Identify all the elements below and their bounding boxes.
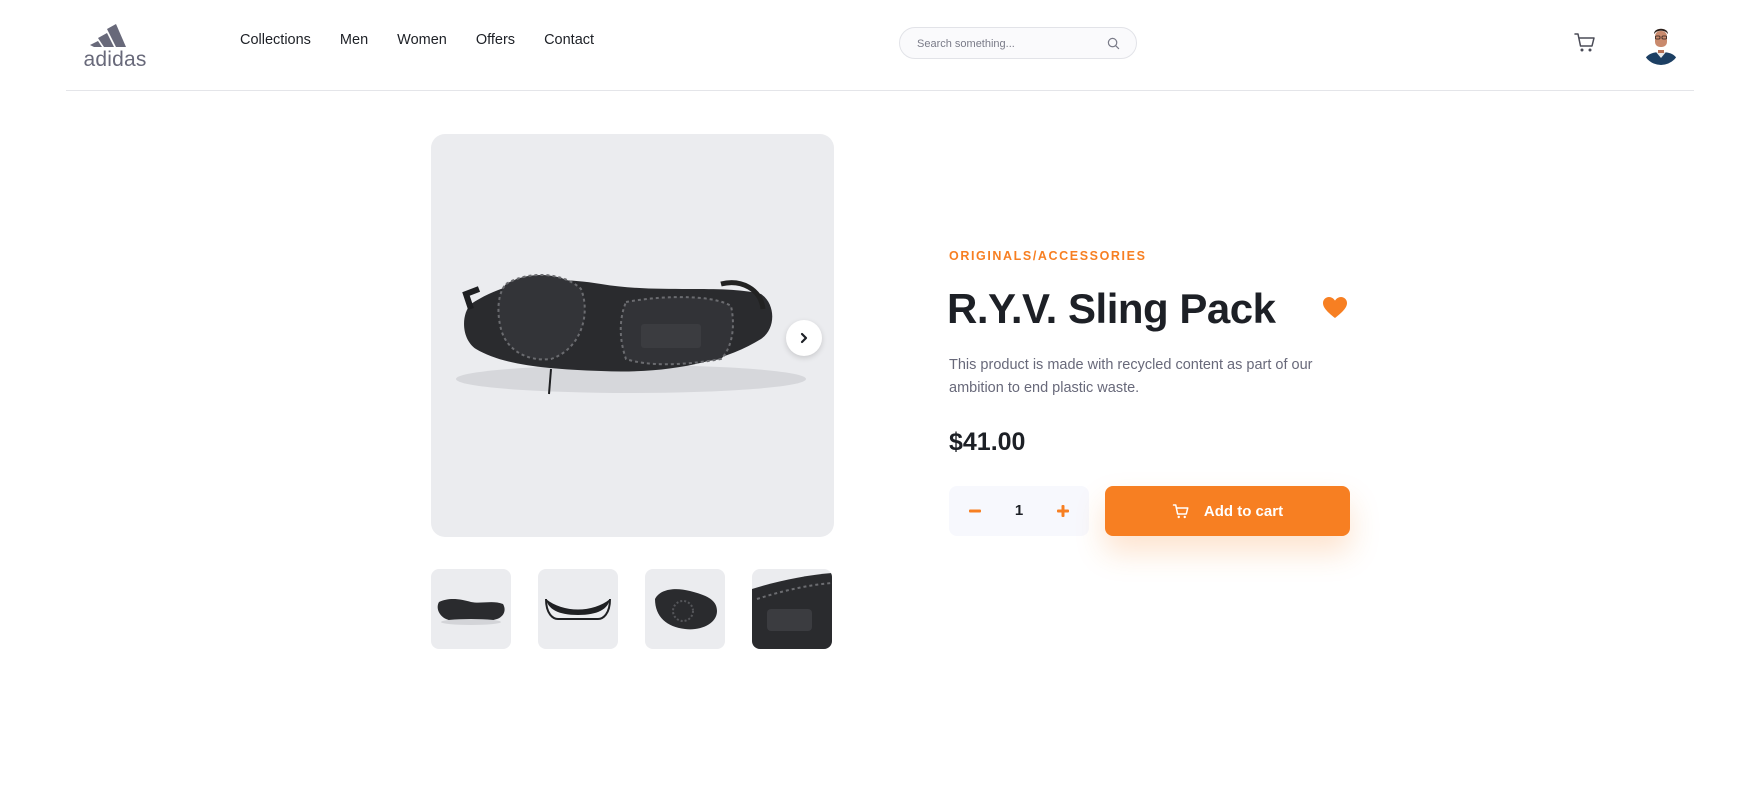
chevron-right-icon <box>800 332 808 344</box>
quantity-increase-button[interactable] <box>1051 499 1075 523</box>
nav-item-women[interactable]: Women <box>397 32 447 48</box>
cart-icon <box>1574 33 1595 52</box>
favorite-button[interactable] <box>1322 296 1348 320</box>
add-to-cart-button[interactable]: Add to cart <box>1105 486 1350 536</box>
product-description: This product is made with recycled conte… <box>949 357 1313 396</box>
product-main-image <box>431 134 834 537</box>
thumbnail-back-image <box>545 598 611 620</box>
quantity-decrease-button[interactable] <box>963 499 987 523</box>
plus-icon <box>1057 505 1069 517</box>
adidas-logo-icon <box>90 24 126 47</box>
thumbnail-top-image <box>655 589 717 630</box>
product-category[interactable]: ORIGINALS/ACCESSORIES <box>949 249 1147 263</box>
site-header: adidas Collections Men Women Offers Cont… <box>66 0 1694 91</box>
thumbnail-top[interactable] <box>645 569 725 649</box>
quantity-stepper: 1 <box>949 486 1089 536</box>
product-price: $41.00 <box>949 428 1026 456</box>
minus-icon <box>969 509 981 513</box>
thumbnail-front[interactable] <box>431 569 511 649</box>
brand-logo[interactable]: adidas <box>80 20 150 71</box>
nav-item-contact[interactable]: Contact <box>544 32 594 48</box>
gallery-next-button[interactable] <box>786 320 822 356</box>
nav-item-collections[interactable]: Collections <box>240 32 311 48</box>
add-to-cart-label: Add to cart <box>1203 502 1284 520</box>
thumbnail-strip <box>431 569 834 649</box>
search-box <box>899 27 1137 59</box>
brand-name: adidas <box>83 48 147 71</box>
header-cart-button[interactable] <box>1573 30 1597 54</box>
heart-icon <box>1323 297 1347 318</box>
nav-item-offers[interactable]: Offers <box>476 32 515 48</box>
quantity-value: 1 <box>1014 502 1024 519</box>
sling-pack-image <box>456 273 806 395</box>
thumbnail-detail-image <box>752 573 832 649</box>
cart-icon <box>1172 504 1189 519</box>
thumbnail-front-image <box>437 598 505 625</box>
search-icon[interactable] <box>1107 37 1120 50</box>
product-title: R.Y.V. Sling Pack <box>947 285 1276 332</box>
thumbnail-back[interactable] <box>538 569 618 649</box>
search-input[interactable] <box>917 35 1097 53</box>
avatar-icon <box>1642 27 1680 65</box>
thumbnail-detail[interactable] <box>752 569 832 649</box>
main-nav: Collections Men Women Offers Contact <box>240 32 623 48</box>
user-avatar[interactable] <box>1641 22 1681 66</box>
nav-item-men[interactable]: Men <box>340 32 368 48</box>
